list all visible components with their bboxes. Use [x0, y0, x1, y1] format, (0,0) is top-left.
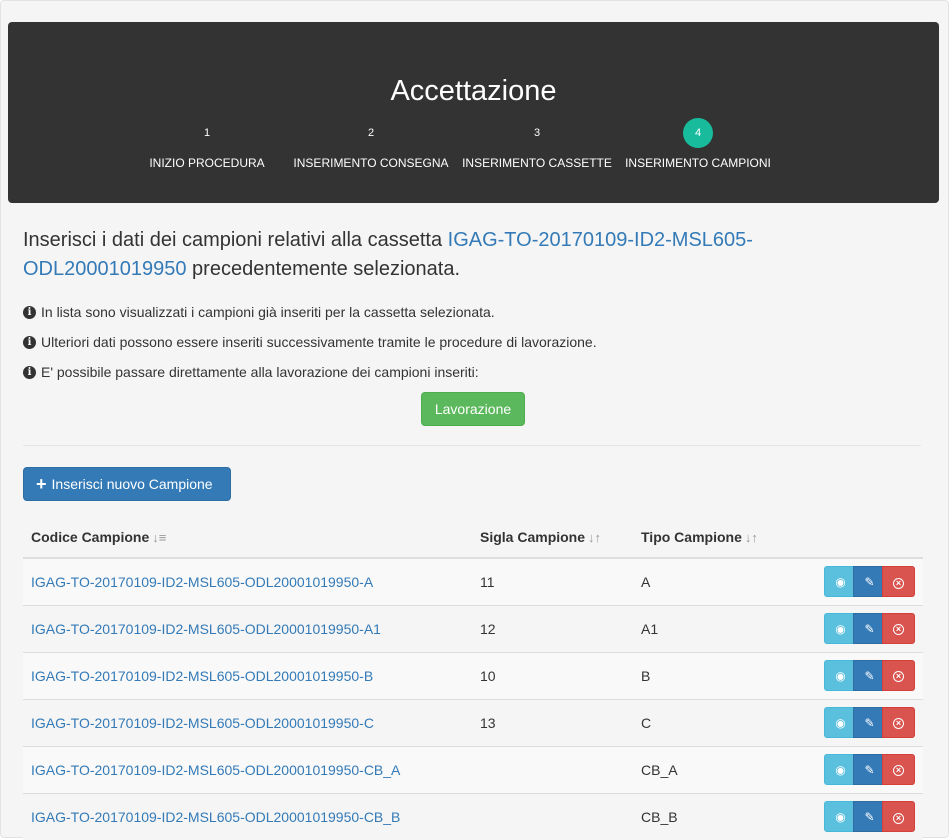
campioni-table: Codice Campione ↓≡ Sigla Campione ↓↑ Tipo … — [23, 517, 923, 840]
lavorazione-button[interactable]: Lavorazione — [421, 392, 525, 426]
delete-button[interactable]: × — [882, 613, 915, 644]
step-number: 2 — [367, 127, 375, 139]
pencil-icon: ✎ — [864, 810, 875, 825]
actions-cell: ◉ ✎ × — [803, 745, 923, 793]
column-label: Sigla Campione — [480, 529, 586, 545]
column-header-sigla[interactable]: Sigla Campione ↓↑ — [472, 517, 633, 559]
actions-cell: ◉ ✎ × — [803, 557, 923, 605]
info-line-2: i Ulteriori dati possono essere inseriti… — [23, 334, 597, 350]
main-content: Inserisci i dati dei campioni relativi a… — [23, 226, 923, 840]
actions-cell: ◉ ✎ × — [803, 792, 923, 840]
tipo-cell: B — [633, 651, 803, 699]
eye-icon: ◉ — [835, 669, 846, 683]
delete-button[interactable]: × — [882, 754, 915, 785]
info-text: Ulteriori dati possono essere inseriti s… — [41, 334, 597, 350]
step-label: INSERIMENTO CAMPIONI — [625, 156, 771, 170]
step-number: 3 — [533, 127, 541, 139]
table-row: IGAG-TO-20170109-ID2-MSL605-ODL200010199… — [23, 604, 923, 652]
eye-icon: ◉ — [835, 575, 846, 590]
pencil-icon: ✎ — [864, 763, 875, 777]
sigla-cell: 13 — [472, 698, 633, 746]
tipo-cell: A — [633, 557, 803, 605]
heading-text-end: precedentemente selezionata. — [186, 258, 460, 280]
remove-circle-icon: × — [893, 765, 904, 777]
info-icon: i — [23, 365, 36, 379]
remove-circle-icon: × — [893, 577, 904, 589]
sigla-cell: 10 — [472, 651, 633, 699]
remove-circle-icon: × — [893, 718, 904, 730]
sigla-cell — [472, 792, 633, 840]
eye-icon: ◉ — [835, 763, 846, 777]
delete-button[interactable]: × — [882, 566, 915, 598]
codice-link[interactable]: IGAG-TO-20170109-ID2-MSL605-ODL200010199… — [31, 715, 374, 731]
actions-cell: ◉ ✎ × — [803, 698, 923, 746]
info-line-1: i In lista sono visualizzati i campioni … — [23, 304, 495, 320]
actions-cell: ◉ ✎ × — [803, 604, 923, 652]
column-label: Tipo Campione — [641, 529, 742, 545]
tipo-cell: CB_A — [633, 745, 803, 793]
remove-circle-icon: × — [893, 671, 904, 683]
tipo-cell: A1 — [633, 604, 803, 652]
plus-icon: + — [36, 474, 47, 494]
eye-icon: ◉ — [835, 716, 846, 730]
tipo-cell: CB_B — [633, 792, 803, 840]
info-icon: i — [23, 305, 36, 319]
delete-button[interactable]: × — [882, 801, 915, 833]
step-label: INSERIMENTO CASSETTE — [462, 156, 612, 170]
info-text: In lista sono visualizzati i campioni gi… — [41, 304, 495, 320]
sigla-cell: 12 — [472, 604, 633, 652]
info-icon: i — [23, 335, 36, 349]
tipo-cell: C — [633, 698, 803, 746]
pencil-icon: ✎ — [864, 669, 875, 683]
sort-asc-icon: ↓≡ — [152, 530, 167, 545]
step-number-active: 4 — [683, 118, 713, 148]
column-header-tipo[interactable]: Tipo Campione ↓↑ — [633, 517, 803, 559]
step-label: INIZIO PROCEDURA — [149, 156, 265, 170]
column-header-actions — [803, 517, 923, 559]
table-row: IGAG-TO-20170109-ID2-MSL605-ODL200010199… — [23, 745, 923, 793]
table-row: IGAG-TO-20170109-ID2-MSL605-ODL200010199… — [23, 557, 923, 605]
remove-circle-icon: × — [893, 624, 904, 636]
eye-icon: ◉ — [835, 622, 846, 636]
table-header-row: Codice Campione ↓≡ Sigla Campione ↓↑ Tipo … — [23, 517, 923, 559]
heading-text: Inserisci i dati dei campioni relativi a… — [23, 229, 448, 251]
codice-link[interactable]: IGAG-TO-20170109-ID2-MSL605-ODL200010199… — [31, 621, 381, 637]
sort-icon: ↓↑ — [588, 530, 602, 545]
eye-icon: ◉ — [835, 810, 846, 825]
remove-circle-icon: × — [893, 812, 904, 824]
pencil-icon: ✎ — [864, 716, 875, 730]
add-campione-button[interactable]: + Inserisci nuovo Campione — [23, 467, 231, 501]
add-campione-label: Inserisci nuovo Campione — [51, 476, 213, 492]
sort-icon: ↓↑ — [744, 530, 758, 545]
divider — [23, 445, 921, 446]
column-header-codice[interactable]: Codice Campione ↓≡ — [23, 517, 472, 559]
codice-link[interactable]: IGAG-TO-20170109-ID2-MSL605-ODL200010199… — [31, 809, 400, 825]
table-row: IGAG-TO-20170109-ID2-MSL605-ODL200010199… — [23, 651, 923, 699]
table-row: IGAG-TO-20170109-ID2-MSL605-ODL200010199… — [23, 792, 923, 840]
pencil-icon: ✎ — [864, 622, 875, 636]
step-number: 1 — [203, 127, 211, 139]
instructions-heading: Inserisci i dati dei campioni relativi a… — [23, 226, 843, 284]
info-line-3: i E' possibile passare direttamente alla… — [23, 364, 479, 380]
page-title: Accettazione — [390, 75, 557, 107]
column-label: Codice Campione — [31, 529, 150, 545]
codice-link[interactable]: IGAG-TO-20170109-ID2-MSL605-ODL200010199… — [31, 762, 400, 778]
sigla-cell — [472, 745, 633, 793]
codice-link[interactable]: IGAG-TO-20170109-ID2-MSL605-ODL200010199… — [31, 668, 373, 684]
pencil-icon: ✎ — [864, 575, 875, 590]
codice-link[interactable]: IGAG-TO-20170109-ID2-MSL605-ODL200010199… — [31, 574, 373, 590]
header-jumbotron: Accettazione 1 INIZIO PROCEDURA 2 INSERI… — [8, 22, 939, 203]
table-row: IGAG-TO-20170109-ID2-MSL605-ODL200010199… — [23, 698, 923, 746]
info-text: E' possibile passare direttamente alla l… — [41, 364, 479, 380]
sigla-cell: 11 — [472, 557, 633, 605]
actions-cell: ◉ ✎ × — [803, 651, 923, 699]
delete-button[interactable]: × — [882, 707, 915, 738]
step-label: INSERIMENTO CONSEGNA — [293, 156, 449, 170]
delete-button[interactable]: × — [882, 660, 915, 691]
